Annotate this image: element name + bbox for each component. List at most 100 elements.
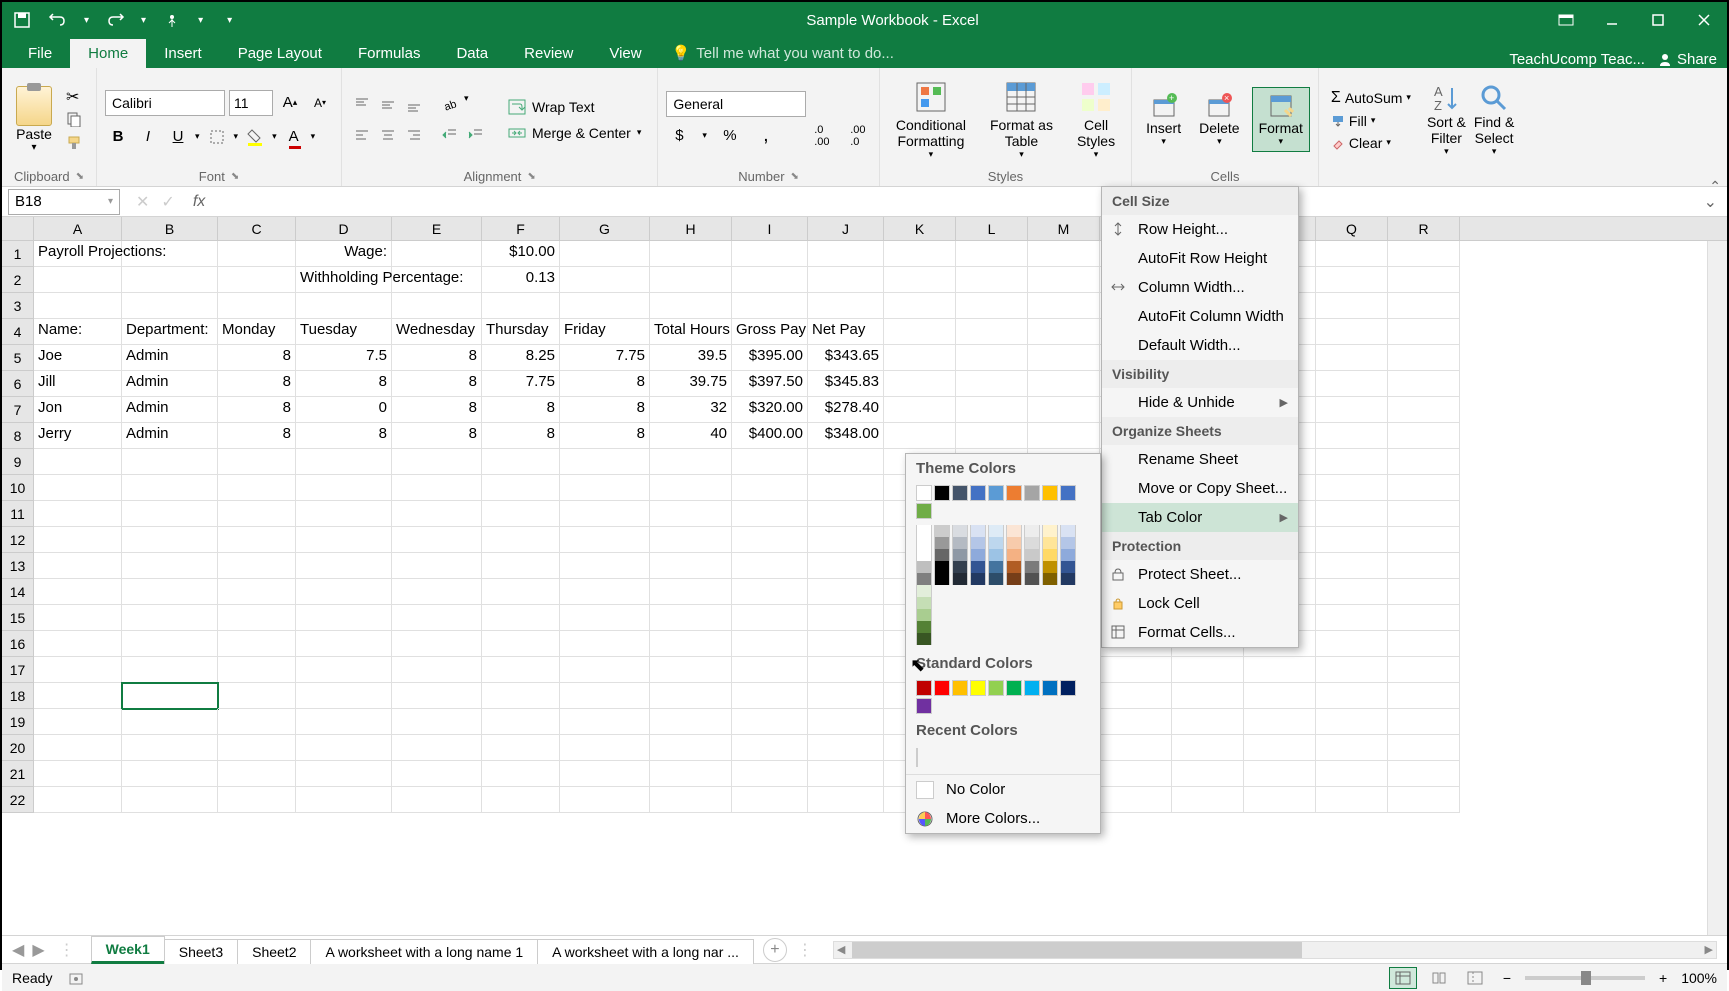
cell[interactable]: [1388, 683, 1460, 709]
color-swatch[interactable]: [1006, 537, 1022, 549]
cell[interactable]: [296, 501, 392, 527]
cell[interactable]: [1388, 475, 1460, 501]
row-header[interactable]: 18: [2, 683, 34, 709]
color-swatch[interactable]: [916, 485, 932, 501]
cell[interactable]: $343.65: [808, 345, 884, 371]
cell[interactable]: [392, 267, 482, 293]
copy-icon[interactable]: [66, 111, 84, 129]
accounting-icon[interactable]: $: [666, 123, 692, 149]
vertical-scrollbar[interactable]: [1707, 241, 1727, 935]
redo-dropdown-icon[interactable]: ▾: [141, 15, 146, 26]
cell[interactable]: [296, 761, 392, 787]
cell[interactable]: [1100, 735, 1172, 761]
cell[interactable]: [482, 553, 560, 579]
cell[interactable]: [392, 241, 482, 267]
select-all-button[interactable]: [2, 217, 34, 240]
menu-protect-sheet[interactable]: Protect Sheet...: [1102, 560, 1298, 589]
color-swatch[interactable]: [988, 561, 1004, 573]
cell[interactable]: [1316, 527, 1388, 553]
row-header[interactable]: 12: [2, 527, 34, 553]
cell[interactable]: [884, 319, 956, 345]
row-header[interactable]: 9: [2, 449, 34, 475]
menu-format-cells[interactable]: Format Cells...: [1102, 618, 1298, 647]
cell[interactable]: [296, 605, 392, 631]
cut-icon[interactable]: ✂: [66, 87, 84, 105]
cell[interactable]: [1172, 683, 1244, 709]
horizontal-scrollbar[interactable]: ◀ ▶: [833, 941, 1717, 959]
qat-customize-icon[interactable]: ▾: [227, 15, 232, 26]
cell[interactable]: [392, 787, 482, 813]
sheet-tab[interactable]: A worksheet with a long nar ...: [537, 939, 754, 964]
cell[interactable]: [296, 527, 392, 553]
cell[interactable]: [1316, 683, 1388, 709]
color-swatch[interactable]: [952, 573, 968, 585]
cell[interactable]: [1388, 631, 1460, 657]
color-swatch[interactable]: [1024, 573, 1040, 585]
cell[interactable]: [1316, 423, 1388, 449]
color-swatch[interactable]: [970, 680, 986, 696]
cell[interactable]: [1100, 787, 1172, 813]
cell[interactable]: 8.25: [482, 345, 560, 371]
cell[interactable]: Payroll Projections:: [34, 241, 122, 267]
menu-column-width[interactable]: Column Width...: [1102, 273, 1298, 302]
cell[interactable]: [732, 683, 808, 709]
cell[interactable]: 8: [392, 371, 482, 397]
cell[interactable]: [732, 735, 808, 761]
cell[interactable]: [884, 241, 956, 267]
bold-button[interactable]: B: [105, 124, 131, 150]
more-colors-button[interactable]: More Colors...: [906, 804, 1100, 833]
cell[interactable]: [1172, 709, 1244, 735]
menu-default-width[interactable]: Default Width...: [1102, 331, 1298, 360]
sheet-tab[interactable]: A worksheet with a long name 1: [310, 939, 538, 964]
align-top-icon[interactable]: [350, 93, 374, 117]
color-swatch[interactable]: [1060, 537, 1076, 549]
find-select-button[interactable]: Find & Select▾: [1474, 82, 1514, 157]
tell-me-search[interactable]: 💡 Tell me what you want to do...: [660, 38, 906, 68]
cell[interactable]: Name:: [34, 319, 122, 345]
cell[interactable]: [1388, 293, 1460, 319]
color-swatch[interactable]: [988, 537, 1004, 549]
insert-cells-button[interactable]: + Insert▾: [1140, 88, 1187, 151]
cell[interactable]: [732, 527, 808, 553]
cell[interactable]: [1028, 345, 1100, 371]
column-header[interactable]: B: [122, 217, 218, 240]
color-swatch[interactable]: [916, 585, 932, 597]
cell[interactable]: [482, 631, 560, 657]
cell[interactable]: [218, 683, 296, 709]
color-swatch[interactable]: [934, 573, 950, 585]
name-box[interactable]: B18▾: [8, 189, 120, 215]
cell[interactable]: [34, 631, 122, 657]
format-painter-icon[interactable]: [66, 135, 84, 153]
color-swatch[interactable]: [970, 525, 986, 537]
cell[interactable]: [1388, 449, 1460, 475]
cell[interactable]: [1244, 657, 1316, 683]
collapse-ribbon-icon[interactable]: ⌃: [1709, 178, 1721, 195]
tab-file[interactable]: File: [10, 39, 70, 68]
column-header[interactable]: A: [34, 217, 122, 240]
cell[interactable]: [808, 475, 884, 501]
color-swatch[interactable]: [1006, 549, 1022, 561]
cell[interactable]: [1028, 293, 1100, 319]
cell[interactable]: [808, 579, 884, 605]
cell[interactable]: Jon: [34, 397, 122, 423]
chevron-down-icon[interactable]: ▾: [272, 131, 277, 142]
cell[interactable]: [1316, 371, 1388, 397]
cell[interactable]: [1316, 319, 1388, 345]
cell[interactable]: [560, 501, 650, 527]
cell[interactable]: $397.50: [732, 371, 808, 397]
sheet-tab[interactable]: Week1: [91, 936, 165, 964]
cell[interactable]: 39.75: [650, 371, 732, 397]
cell[interactable]: [122, 241, 218, 267]
cell[interactable]: [482, 605, 560, 631]
color-swatch[interactable]: [988, 549, 1004, 561]
color-swatch[interactable]: [988, 680, 1004, 696]
color-swatch[interactable]: [934, 525, 950, 537]
cell[interactable]: Tuesday: [296, 319, 392, 345]
cell[interactable]: [808, 449, 884, 475]
cell[interactable]: [560, 761, 650, 787]
color-swatch[interactable]: [916, 621, 932, 633]
fx-icon[interactable]: fx: [185, 193, 213, 211]
cell[interactable]: [560, 579, 650, 605]
share-button[interactable]: Share: [1657, 51, 1717, 68]
cell[interactable]: [1388, 371, 1460, 397]
